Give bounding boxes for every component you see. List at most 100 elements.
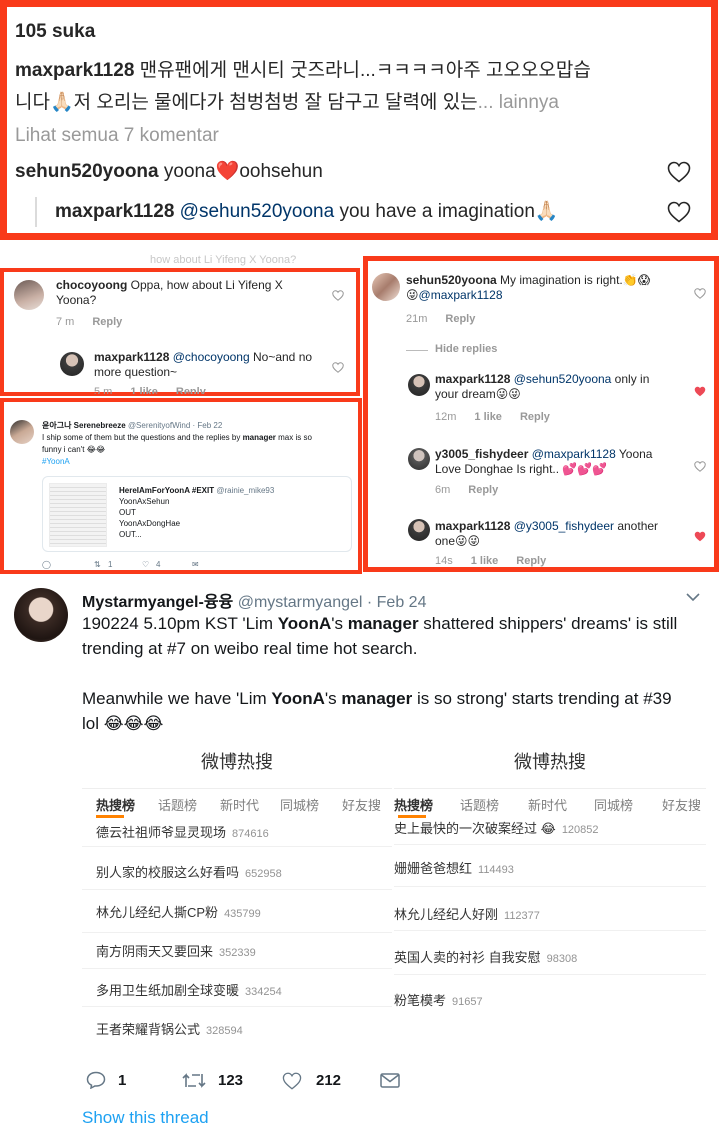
hot-search-row[interactable]: 多用卫生纸加剧全球变暖 334254 [96,980,282,999]
comment-username[interactable]: maxpark1128 [435,519,510,533]
tab-new-era[interactable]: 新时代 [528,795,567,814]
like-heart-icon[interactable] [332,362,344,373]
retweet-icon[interactable]: ⇅ [94,560,101,569]
like-count[interactable]: 1 like [474,411,502,423]
reply-link[interactable]: Reply [520,411,550,423]
hot-search-row[interactable]: 林允儿经纪人撕CP粉 435799 [96,902,261,921]
tab-local[interactable]: 同城榜 [280,795,319,814]
reply-icon[interactable] [86,1071,106,1089]
avatar[interactable] [408,374,430,396]
tweet-mystarmyangel: Mystarmyangel-융융 @mystarmyangel · Feb 24… [0,574,720,1142]
liked-heart-icon[interactable] [694,386,706,397]
comment-username[interactable]: sehun520yoona [406,273,497,287]
like-icon[interactable]: ♡ [142,560,149,569]
hot-search-row[interactable]: 南方阴雨天又要回来 352339 [96,941,256,960]
reply-link[interactable]: Reply [176,386,206,394]
weibo-hot-search-right[interactable]: 微博热搜 热搜榜 话题榜 新时代 同城榜 好友搜 史上最快的一次破案经过 😂 12… [394,744,706,1046]
retweet-icon[interactable] [182,1072,206,1089]
like-heart-icon[interactable] [694,461,706,472]
reply-link[interactable]: Reply [92,316,122,328]
tab-friends[interactable]: 好友搜 [342,795,381,814]
tweet-text-bold: manager [347,614,419,633]
dm-icon[interactable]: ✉ [192,560,199,569]
caption-username[interactable]: maxpark1128 [15,60,134,81]
comment-mention[interactable]: @y3005_fishydeer [514,519,614,533]
comment-time: 5 m [94,386,113,394]
like-heart-icon[interactable] [667,161,691,183]
tab-hot-search[interactable]: 热搜榜 [394,795,433,814]
tab-topics[interactable]: 话题榜 [460,795,499,814]
comment-username[interactable]: maxpark1128 [55,201,174,222]
hashtag-link[interactable]: #YoonA [42,457,70,466]
comment-username[interactable]: sehun520yoona [15,161,159,182]
chevron-down-icon[interactable] [686,592,700,602]
like-count[interactable]: 1 like [471,555,499,567]
tweet-text-part: 190224 5.10pm KST 'Lim [82,614,278,633]
reply-link[interactable]: Reply [445,313,475,325]
weibo-hot-search-left[interactable]: 微博热搜 热搜榜 话题榜 新时代 同城榜 好友搜 德云社祖师爷显灵现场 87461… [82,744,392,1046]
comment-mention[interactable]: @sehun520yoona [180,201,335,222]
avatar[interactable] [10,420,34,444]
liked-heart-icon[interactable] [694,531,706,542]
like-icon[interactable] [282,1072,302,1090]
tab-topics[interactable]: 话题榜 [158,795,197,814]
show-thread-link[interactable]: Show this thread [82,1108,209,1128]
hot-search-row[interactable]: 王者荣耀背锅公式 328594 [96,1019,243,1038]
weibo-title: 微博热搜 [201,752,273,772]
caption-more-link[interactable]: ... lainnya [478,92,559,113]
reply-icon[interactable]: ◯ [42,560,51,569]
hot-search-row[interactable]: 林允儿经纪人好刚 112377 [394,904,540,923]
hot-search-row[interactable]: 别人家的校服这么好看吗 652958 [96,862,282,881]
comment-time: 7 m [56,316,75,328]
avatar[interactable] [372,273,400,301]
hot-search-row[interactable]: 德云社祖师爷显灵现场 874616 [96,822,269,841]
tweet-author-name[interactable]: 윤아그나 Serenebreeze [42,421,126,430]
comment-meta: 7 m Reply [56,316,122,328]
tab-local[interactable]: 同城榜 [594,795,633,814]
avatar[interactable] [60,352,84,376]
comment-mention[interactable]: @chocoyoong [173,350,250,364]
quoted-tweet[interactable]: HereIAmForYoonA #EXIT @rainie_mike93 Yoo… [42,476,352,552]
hot-search-row[interactable]: 粉笔模考 91657 [394,990,483,1009]
comment-time: 6m [435,484,451,496]
avatar[interactable] [408,448,430,470]
tweet-handle-date: @SerenityofWind · Feb 22 [127,421,223,430]
comment-username[interactable]: maxpark1128 [435,372,510,386]
comment-username[interactable]: chocoyoong [56,278,127,292]
hot-search-row[interactable]: 姗姗爸爸想红 114493 [394,858,514,877]
reply-link[interactable]: Reply [468,484,498,496]
hot-search-row[interactable]: 英国人卖的衬衫 自我安慰 98308 [394,947,577,966]
avatar[interactable] [14,588,68,642]
dm-icon[interactable] [380,1073,400,1088]
reply-count: 1 [118,1072,127,1089]
comment-y3005-fishydeer: y3005_fishydeer @maxpark1128 Yoona Love … [435,447,675,477]
view-all-comments-link[interactable]: Lihat semua 7 komentar [15,125,219,147]
like-count: 212 [316,1072,342,1089]
comment-text: My imagination is right.👏😱 [496,273,651,287]
avatar[interactable] [14,280,44,310]
comment-text-line2: your dream😜😜 [435,387,521,401]
hide-replies-button[interactable]: Hide replies [435,343,497,355]
comment-mention[interactable]: @maxpark1128 [419,288,503,302]
avatar[interactable] [408,519,430,541]
tab-friends[interactable]: 好友搜 [662,795,701,814]
comment-mention[interactable]: @sehun520yoona [514,372,612,386]
comment-meta: 6m Reply [435,484,498,496]
like-heart-icon[interactable] [694,288,706,299]
like-count[interactable]: 105 suka [15,21,95,43]
tab-hot-search[interactable]: 热搜榜 [96,795,135,814]
tab-new-era[interactable]: 新时代 [220,795,259,814]
comment-username[interactable]: maxpark1128 [94,350,169,364]
quoted-line: OUT [119,508,136,517]
tweet-handle-date[interactable]: @mystarmyangel · Feb 24 [238,594,427,611]
quoted-line: YoonAxSehun [119,497,170,506]
like-heart-icon[interactable] [332,290,344,301]
tweet-author-name[interactable]: Mystarmyangel-융융 [82,594,233,611]
comment-text: another [614,519,659,533]
like-heart-icon[interactable] [667,201,691,223]
like-count[interactable]: 1 like [130,386,158,394]
comment-mention[interactable]: @maxpark1128 [532,447,616,461]
reply-link[interactable]: Reply [516,555,546,567]
comment-username[interactable]: y3005_fishydeer [435,447,528,461]
hot-search-row[interactable]: 史上最快的一次破案经过 😂 120852 [394,818,599,837]
